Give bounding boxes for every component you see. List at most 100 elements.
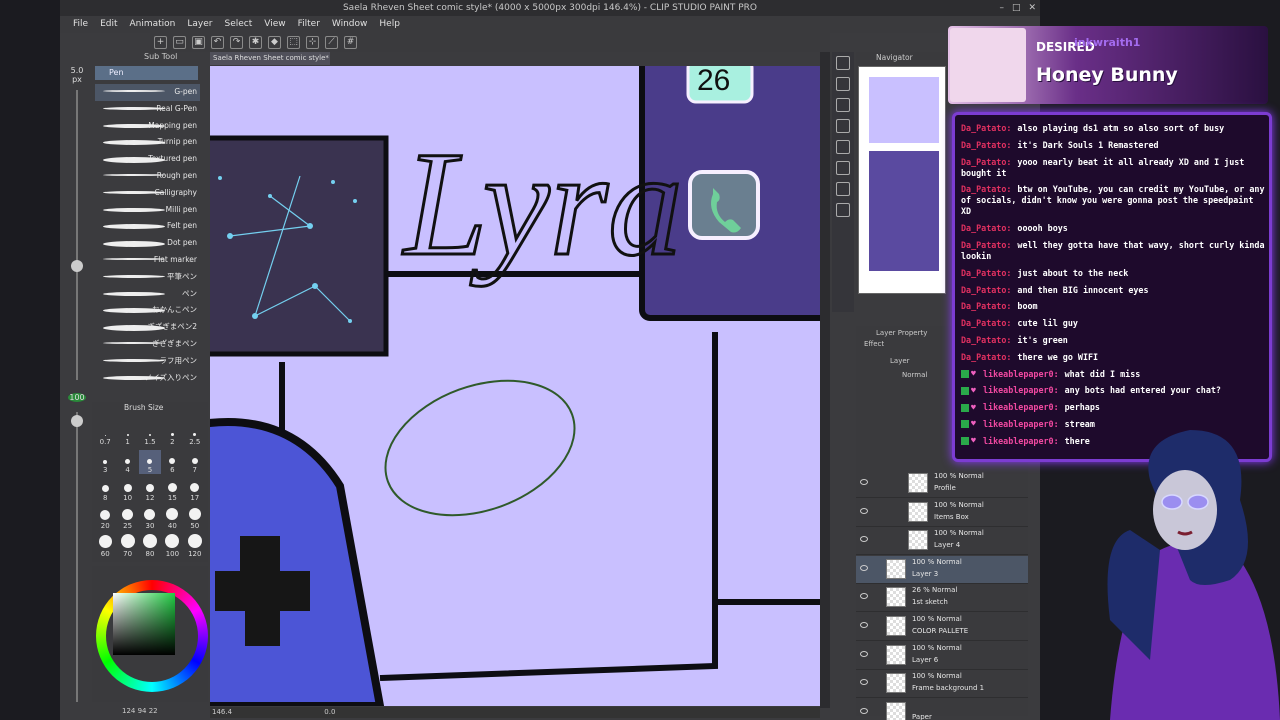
brush-size-option[interactable]: 20 bbox=[94, 506, 116, 530]
opacity-slider-knob[interactable] bbox=[71, 415, 83, 427]
brush-size-option[interactable]: 60 bbox=[94, 534, 116, 558]
brush-item[interactable]: ペン bbox=[95, 286, 200, 303]
brush-item[interactable]: Dot pen bbox=[95, 235, 200, 252]
eye-icon[interactable] bbox=[860, 679, 868, 686]
item-bank-icon[interactable] bbox=[836, 182, 850, 196]
layer-row[interactable]: 100 % Normal Layer 6 bbox=[856, 642, 1028, 670]
brush-size-option[interactable]: 6 bbox=[161, 450, 183, 474]
size-slider-track[interactable] bbox=[76, 90, 78, 380]
canvas[interactable]: 26 Lyra bbox=[210, 66, 820, 706]
maximize-icon[interactable]: □ bbox=[1012, 0, 1021, 16]
redo-icon[interactable]: ↷ bbox=[230, 36, 243, 49]
brush-size-option[interactable]: 80 bbox=[139, 534, 161, 558]
saturation-value-square[interactable] bbox=[113, 593, 175, 655]
brush-size-option[interactable]: 120 bbox=[184, 534, 206, 558]
layer-row[interactable]: 100 % Normal Items Box bbox=[856, 499, 1028, 527]
undo-icon[interactable]: ↶ bbox=[211, 36, 224, 49]
brush-size-option[interactable]: 30 bbox=[139, 506, 161, 530]
brush-item[interactable]: G-pen bbox=[95, 84, 200, 101]
fill-icon[interactable]: ◆ bbox=[268, 36, 281, 49]
brush-item[interactable]: Real G-Pen bbox=[95, 101, 200, 118]
brush-item[interactable]: Flat marker bbox=[95, 252, 200, 269]
eye-icon[interactable] bbox=[860, 622, 868, 628]
brush-size-option[interactable]: 1.5 bbox=[139, 422, 161, 446]
menu-edit[interactable]: Edit bbox=[97, 16, 126, 33]
transform-icon[interactable]: ⬚ bbox=[287, 36, 300, 49]
layer-row[interactable]: Paper bbox=[856, 699, 1028, 720]
size-slider-knob[interactable] bbox=[71, 260, 83, 272]
brush-item[interactable]: Rough pen bbox=[95, 168, 200, 185]
menu-animation[interactable]: Animation bbox=[127, 16, 185, 33]
brush-size-option[interactable]: 15 bbox=[161, 478, 183, 502]
brush-item[interactable]: Calligraphy bbox=[95, 185, 200, 202]
clear-icon[interactable]: ✱ bbox=[249, 36, 262, 49]
layer-row[interactable]: 100 % Normal Layer 4 bbox=[856, 527, 1028, 556]
brush-size-option[interactable]: 8 bbox=[94, 478, 116, 502]
brush-size-option[interactable]: 5 bbox=[138, 450, 162, 474]
eye-icon[interactable] bbox=[860, 707, 868, 714]
opacity-slider-track[interactable] bbox=[76, 412, 78, 702]
snap-icon[interactable]: ⊹ bbox=[306, 36, 319, 49]
brush-size-option[interactable]: 10 bbox=[116, 478, 138, 502]
menu-layer[interactable]: Layer bbox=[184, 16, 221, 33]
close-panel-icon[interactable] bbox=[836, 77, 850, 91]
open-icon[interactable]: ▭ bbox=[173, 36, 186, 49]
brush-item[interactable]: 平筆ペン bbox=[95, 269, 200, 286]
layer-row[interactable]: 100 % Normal Profile bbox=[856, 470, 1028, 498]
brush-item[interactable]: Turnip pen bbox=[95, 134, 200, 151]
brush-size-option[interactable]: 7 bbox=[184, 450, 206, 474]
menu-select[interactable]: Select bbox=[221, 16, 261, 33]
layer-search-icon[interactable] bbox=[836, 119, 850, 133]
new-icon[interactable]: + bbox=[154, 36, 167, 49]
eye-icon[interactable] bbox=[860, 479, 868, 485]
brush-size-option[interactable]: 25 bbox=[116, 506, 138, 530]
brush-item[interactable]: Mapping pen bbox=[95, 118, 200, 135]
brush-size-option[interactable]: 4 bbox=[116, 450, 138, 474]
minimize-icon[interactable]: – bbox=[999, 0, 1004, 16]
color-set-icon[interactable] bbox=[836, 203, 850, 217]
eye-icon[interactable] bbox=[860, 507, 868, 514]
close-icon[interactable]: ✕ bbox=[1028, 0, 1036, 16]
brush-item[interactable]: ラフ用ペン bbox=[95, 353, 200, 370]
eye-icon[interactable] bbox=[860, 593, 868, 600]
menu-help[interactable]: Help bbox=[376, 16, 409, 33]
brush-size-option[interactable]: 0.7 bbox=[94, 422, 116, 446]
brush-size-option[interactable]: 50 bbox=[184, 506, 206, 530]
brush-size-option[interactable]: 70 bbox=[116, 534, 138, 558]
pen-group-header[interactable]: Pen bbox=[95, 66, 198, 80]
sub-view-icon[interactable] bbox=[836, 140, 850, 154]
brush-item[interactable]: Textured pen bbox=[95, 151, 200, 168]
brush-size-option[interactable]: 1 bbox=[116, 422, 138, 446]
menu-view[interactable]: View bbox=[261, 16, 294, 33]
brush-size-option[interactable]: 17 bbox=[184, 478, 206, 502]
document-tab[interactable]: Saela Rheven Sheet comic style* bbox=[210, 52, 330, 65]
brush-item[interactable]: Felt pen bbox=[95, 218, 200, 235]
brush-size-option[interactable]: 100 bbox=[161, 534, 183, 558]
history-icon[interactable] bbox=[836, 161, 850, 175]
menu-filter[interactable]: Filter bbox=[295, 16, 329, 33]
save-icon[interactable]: ▣ bbox=[192, 36, 205, 49]
brush-item[interactable]: おかんこペン bbox=[95, 302, 200, 319]
eye-icon[interactable] bbox=[860, 650, 868, 657]
search-icon[interactable] bbox=[836, 56, 850, 70]
layer-row[interactable]: 26 % Normal 1st sketch bbox=[856, 584, 1028, 613]
menu-window[interactable]: Window bbox=[329, 16, 377, 33]
grid-icon[interactable]: # bbox=[344, 36, 357, 49]
brush-item[interactable]: ぎざぎまペン2 bbox=[95, 319, 200, 336]
eye-icon[interactable] bbox=[860, 564, 868, 571]
subtool-tab[interactable]: Sub Tool bbox=[94, 52, 204, 64]
brush-size-option[interactable]: 2.5 bbox=[184, 422, 206, 446]
canvas-vertical-scrollbar[interactable] bbox=[820, 52, 830, 708]
brush-item[interactable]: Milli pen bbox=[95, 202, 200, 219]
brush-size-option[interactable]: 12 bbox=[139, 478, 161, 502]
menu-file[interactable]: File bbox=[70, 16, 97, 33]
brush-size-option[interactable]: 3 bbox=[94, 450, 116, 474]
material-icon[interactable] bbox=[836, 98, 850, 112]
brush-size-option[interactable]: 40 bbox=[161, 506, 183, 530]
ruler-icon[interactable]: ⟋ bbox=[325, 36, 338, 49]
layer-row[interactable]: 100 % Normal Layer 3 bbox=[856, 555, 1028, 584]
brush-item[interactable]: ぎざぎまペン bbox=[95, 336, 200, 353]
layer-row[interactable]: 100 % Normal COLOR PALLETE bbox=[856, 613, 1028, 641]
brush-size-option[interactable]: 2 bbox=[161, 422, 183, 446]
eye-icon[interactable] bbox=[860, 536, 868, 543]
